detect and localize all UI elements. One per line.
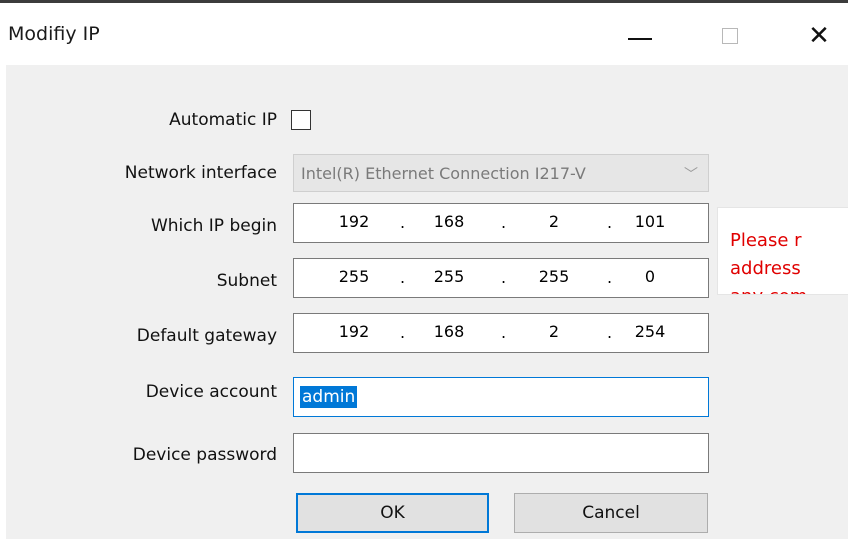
- automatic-ip-checkbox[interactable]: [291, 110, 311, 130]
- maximize-button[interactable]: [700, 13, 760, 59]
- ip-separator: .: [400, 268, 406, 287]
- subnet-octet-2[interactable]: 255: [419, 267, 479, 286]
- ip-separator: .: [607, 213, 613, 232]
- gateway-octet-3[interactable]: 2: [524, 322, 584, 341]
- maximize-icon: [722, 28, 738, 44]
- which-ip-begin-label: Which IP begin: [150, 216, 277, 236]
- ip-separator: .: [501, 323, 507, 342]
- close-icon: ✕: [808, 21, 830, 51]
- subnet-octet-4[interactable]: 0: [620, 267, 680, 286]
- device-password-label: Device password: [132, 445, 277, 465]
- close-button[interactable]: ✕: [790, 13, 848, 59]
- ip-octet-2[interactable]: 168: [419, 212, 479, 231]
- chevron-down-icon: ﹀: [684, 167, 698, 183]
- automatic-ip-label: Automatic IP: [169, 110, 277, 130]
- cancel-button[interactable]: Cancel: [514, 493, 708, 533]
- ip-separator: .: [607, 323, 613, 342]
- window-title: Modifiy IP: [8, 23, 100, 45]
- subnet-octet-3[interactable]: 255: [524, 267, 584, 286]
- gateway-octet-2[interactable]: 168: [419, 322, 479, 341]
- cancel-button-label: Cancel: [582, 503, 640, 523]
- ip-separator: .: [400, 323, 406, 342]
- subnet-input[interactable]: 255 . 255 . 255 . 0: [293, 258, 709, 298]
- which-ip-begin-input[interactable]: 192 . 168 . 2 . 101: [293, 203, 709, 243]
- ip-separator: .: [501, 268, 507, 287]
- title-bar: Modifiy IP ✕: [0, 3, 848, 65]
- minimize-icon: [628, 38, 652, 40]
- network-interface-value: Intel(R) Ethernet Connection I217-V: [301, 164, 586, 183]
- default-gateway-input[interactable]: 192 . 168 . 2 . 254: [293, 313, 709, 353]
- device-account-value: admin: [300, 386, 358, 408]
- network-interface-select[interactable]: Intel(R) Ethernet Connection I217-V ﹀: [293, 154, 709, 192]
- ip-separator: .: [501, 213, 507, 232]
- minimize-button[interactable]: [610, 13, 670, 59]
- ok-button[interactable]: OK: [296, 493, 489, 533]
- ip-octet-4[interactable]: 101: [620, 212, 680, 231]
- ok-button-label: OK: [380, 503, 405, 523]
- notice-line-3: any com: [730, 286, 807, 294]
- ip-separator: .: [607, 268, 613, 287]
- device-password-input[interactable]: [293, 433, 709, 473]
- subnet-label: Subnet: [216, 271, 277, 291]
- device-account-input[interactable]: admin: [293, 377, 709, 417]
- ip-notice-panel: Please r address any com: [717, 207, 848, 295]
- subnet-octet-1[interactable]: 255: [324, 267, 384, 286]
- notice-line-2: address: [730, 258, 801, 279]
- default-gateway-label: Default gateway: [136, 326, 277, 346]
- network-interface-label: Network interface: [124, 163, 277, 183]
- gateway-octet-4[interactable]: 254: [620, 322, 680, 341]
- gateway-octet-1[interactable]: 192: [324, 322, 384, 341]
- ip-octet-3[interactable]: 2: [524, 212, 584, 231]
- device-account-label: Device account: [145, 382, 277, 402]
- ip-separator: .: [400, 213, 406, 232]
- ip-octet-1[interactable]: 192: [324, 212, 384, 231]
- notice-line-1: Please r: [730, 230, 802, 251]
